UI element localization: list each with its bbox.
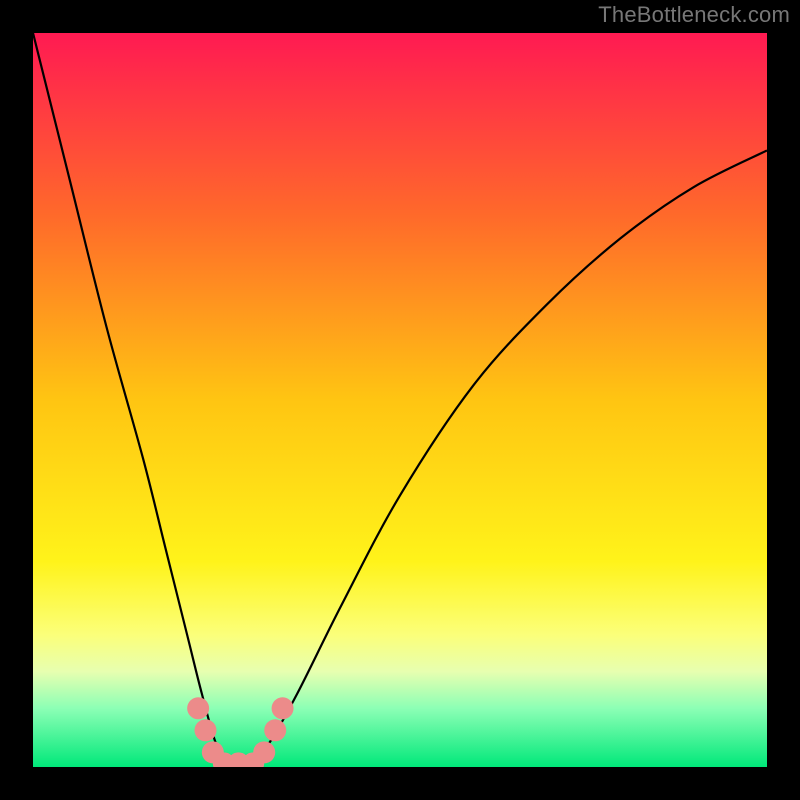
curve-marker [272, 697, 294, 719]
watermark-text: TheBottleneck.com [598, 2, 790, 28]
curve-marker [253, 741, 275, 763]
curve-marker [264, 719, 286, 741]
curve-marker [194, 719, 216, 741]
gradient-background [33, 33, 767, 767]
bottleneck-chart [0, 0, 800, 800]
curve-marker [187, 697, 209, 719]
chart-frame: TheBottleneck.com [0, 0, 800, 800]
